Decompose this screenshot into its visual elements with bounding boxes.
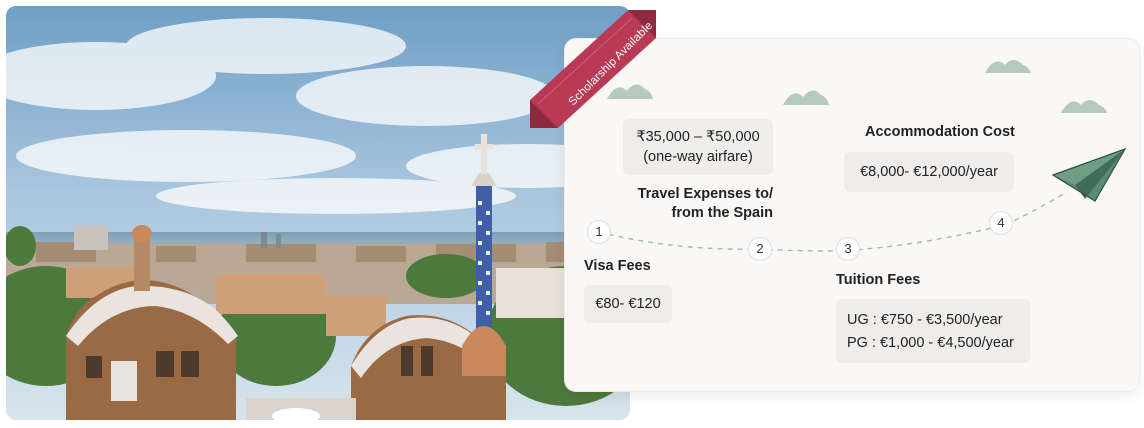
- tuition-cost-box: UG : €750 - €3,500/year PG : €1,000 - €4…: [836, 299, 1030, 363]
- paper-plane-icon: [1051, 147, 1127, 202]
- tuition-title: Tuition Fees: [836, 272, 921, 288]
- travel-cost-note: (one-way airfare): [643, 149, 753, 165]
- travel-title: Travel Expenses to/ from the Spain: [637, 186, 773, 221]
- cloud-icon: [985, 60, 1031, 73]
- step-4: 4: [989, 211, 1013, 235]
- tuition-ug: UG : €750 - €3,500/year: [847, 312, 1003, 328]
- accommodation-cost-box: €8,000- €12,000/year: [844, 152, 1014, 192]
- visa-cost-box: €80- €120: [584, 285, 672, 323]
- cloud-icon: [783, 90, 829, 105]
- cloud-icon: [1061, 100, 1107, 113]
- tuition-pg: PG : €1,000 - €4,500/year: [847, 335, 1014, 351]
- scholarship-ribbon: Scholarship Available: [528, 8, 660, 132]
- step-2: 2: [748, 237, 772, 261]
- accommodation-title: Accommodation Cost: [865, 124, 1015, 140]
- step-1: 1: [587, 220, 611, 244]
- step-3: 3: [836, 237, 860, 261]
- visa-title: Visa Fees: [584, 258, 651, 274]
